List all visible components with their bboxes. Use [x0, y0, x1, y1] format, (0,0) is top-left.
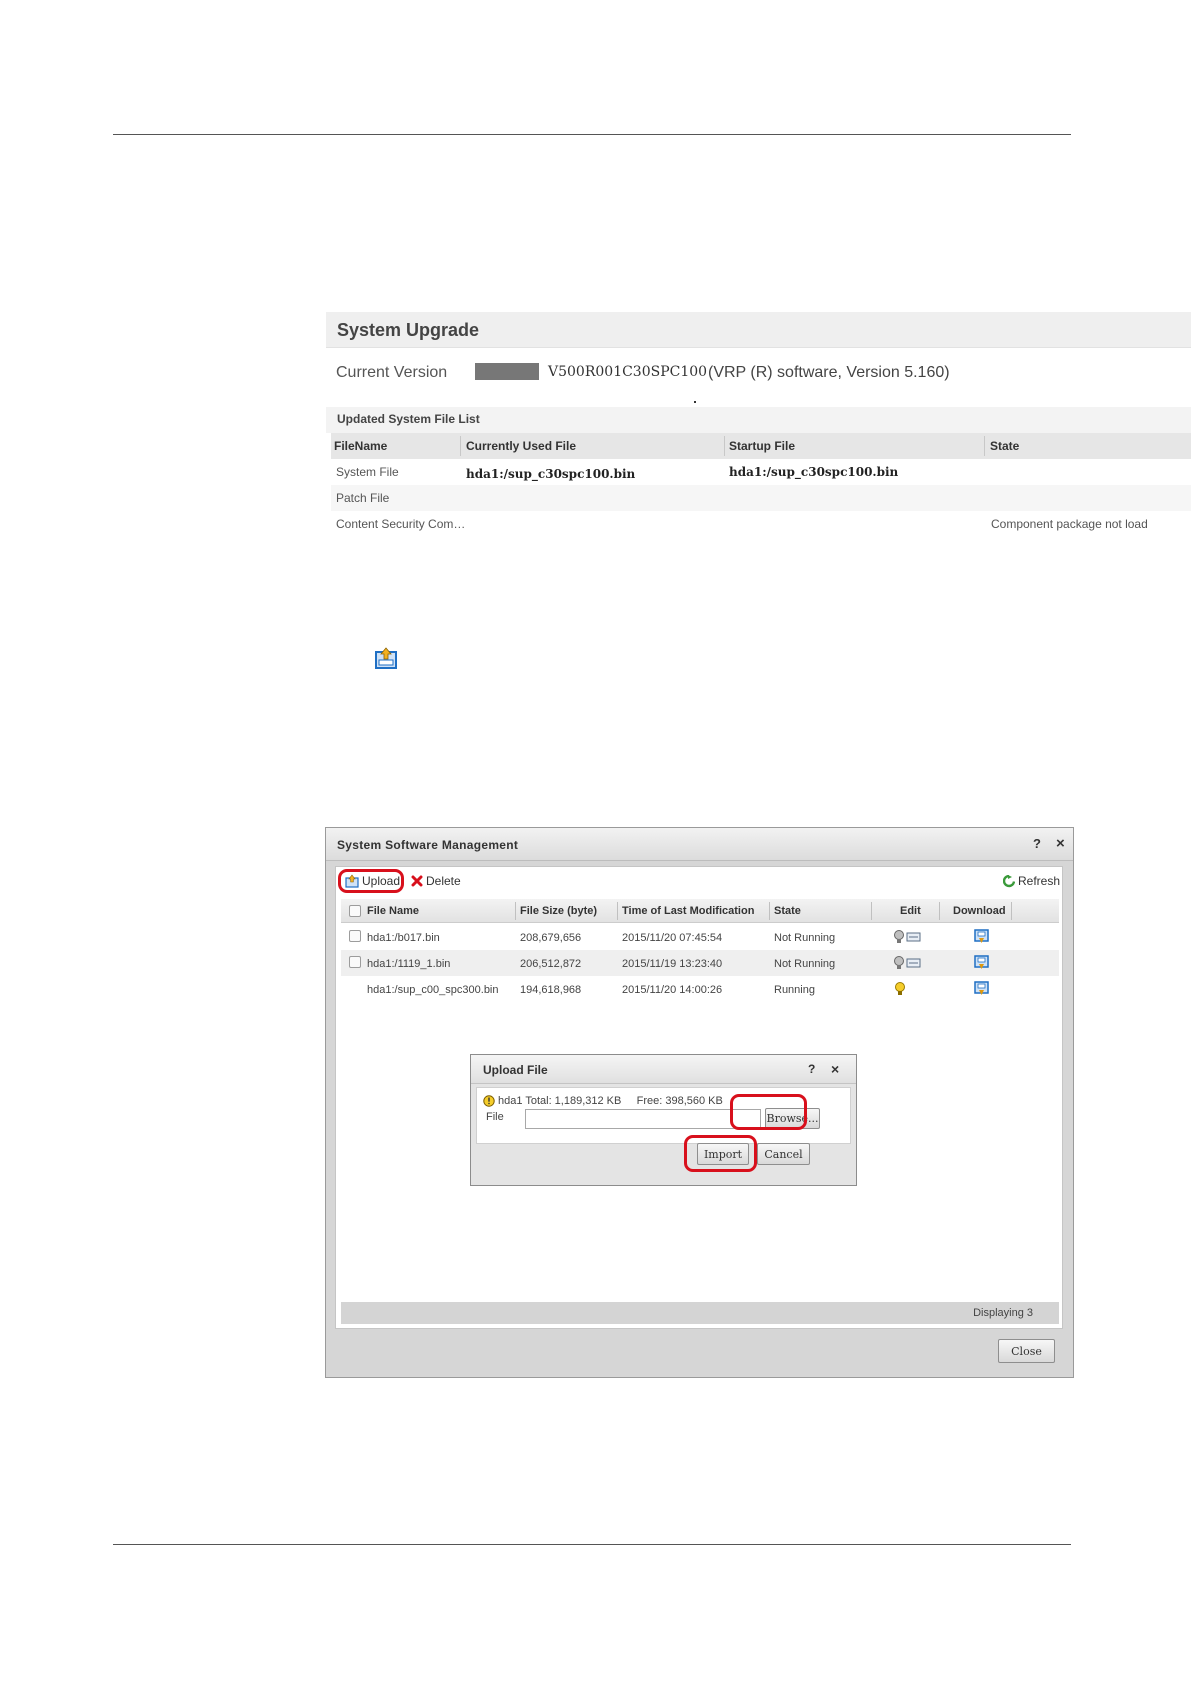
refresh-button[interactable]: Refresh	[1003, 874, 1060, 888]
column-divider	[871, 902, 872, 920]
column-header-filename: FileName	[334, 439, 388, 453]
upload-highlight-marker	[338, 869, 404, 893]
modified-time: 2015/11/20 14:00:26	[622, 984, 723, 996]
window-title-bar: System Software Management ? ×	[326, 828, 1073, 861]
modified-time: 2015/11/20 07:45:54	[622, 932, 723, 944]
row-startup-file: hda1:/sup_c30spc100.bin	[729, 465, 899, 479]
select-all-checkbox[interactable]	[349, 905, 361, 917]
current-version-value: V500R001C30SPC100	[548, 364, 708, 380]
upgrade-title: System Upgrade	[337, 320, 480, 340]
file-state: Not Running	[774, 932, 836, 944]
column-header-current-file: Currently Used File	[466, 439, 577, 453]
table-row[interactable]: hda1:/sup_c00_spc300.bin 194,618,968 201…	[341, 976, 1059, 1002]
table-row: Content Security Com… Component package …	[331, 511, 1191, 537]
column-divider	[724, 436, 725, 456]
disk-info-text: hda1 Total: 1,189,312 KB Free: 398,560 K…	[498, 1095, 723, 1107]
dialog-help-button[interactable]: ?	[808, 1062, 815, 1076]
bulb-on-icon	[895, 982, 905, 995]
modified-time: 2015/11/19 13:23:40	[622, 958, 723, 970]
file-name: hda1:/sup_c00_spc300.bin	[367, 984, 499, 996]
table-row[interactable]: hda1:/b017.bin 208,679,656 2015/11/20 07…	[341, 924, 1059, 950]
column-header-state: State	[990, 439, 1020, 453]
bulb-edit-icon[interactable]	[893, 930, 923, 944]
table-row: System File hda1:/sup_c30spc100.bin hda1…	[331, 459, 1191, 485]
download-icon[interactable]	[974, 981, 989, 996]
system-upgrade-panel: System Upgrade Current Version V500R001C…	[326, 312, 1191, 540]
row-filename: Patch File	[336, 491, 390, 505]
column-divider	[1011, 902, 1012, 920]
window-title: System Software Management	[337, 838, 519, 852]
footer-rule	[113, 1544, 1071, 1545]
column-divider	[515, 902, 516, 920]
status-bar: Displaying 3	[341, 1302, 1059, 1324]
column-header-download: Download	[953, 905, 1006, 917]
browse-highlight-marker	[730, 1094, 807, 1130]
row-filename: System File	[336, 465, 399, 479]
header-rule	[113, 134, 1071, 135]
column-header-file-name: File Name	[367, 905, 419, 917]
column-header-modified: Time of Last Modification	[622, 905, 755, 917]
upload-file-dialog: Upload File ? × hda1 Total: 1,189,312 KB…	[470, 1054, 857, 1186]
refresh-label: Refresh	[1018, 874, 1061, 888]
column-header-startup-file: Startup File	[729, 439, 796, 453]
file-size: 194,618,968	[520, 984, 582, 996]
import-highlight-marker	[684, 1135, 757, 1172]
row-checkbox[interactable]	[349, 956, 361, 968]
file-label: File	[486, 1111, 504, 1123]
help-button[interactable]: ?	[1033, 836, 1041, 851]
column-divider	[617, 902, 618, 920]
file-state: Not Running	[774, 958, 836, 970]
dialog-title: Upload File	[483, 1063, 548, 1077]
window-close-icon[interactable]: ×	[1056, 835, 1065, 852]
bulb-edit-icon[interactable]	[893, 956, 923, 970]
stray-dot	[694, 401, 696, 403]
table-row: Patch File	[331, 485, 1191, 511]
file-list-header: FileName Currently Used File Startup Fil…	[331, 433, 1191, 459]
refresh-icon	[1003, 874, 1015, 887]
column-header-state: State	[774, 905, 801, 917]
warning-icon	[483, 1095, 495, 1107]
column-divider	[460, 436, 461, 456]
redacted-box	[475, 363, 539, 380]
column-divider	[984, 436, 985, 456]
version-description: (VRP (R) software, Version 5.160)	[708, 364, 950, 381]
row-checkbox[interactable]	[349, 930, 361, 942]
dialog-title-bar: Upload File ? ×	[471, 1055, 856, 1084]
row-filename: Content Security Com…	[336, 517, 466, 531]
toolbar: Upload Delete Refresh	[336, 867, 1062, 897]
column-header-edit: Edit	[900, 905, 921, 917]
file-name: hda1:/1119_1.bin	[367, 958, 451, 970]
delete-button[interactable]: Delete	[411, 874, 461, 888]
file-list-title: Updated System File List	[337, 412, 480, 426]
file-size: 206,512,872	[520, 958, 582, 970]
table-row[interactable]: hda1:/1119_1.bin 206,512,872 2015/11/19 …	[341, 950, 1059, 976]
file-grid-header: File Name File Size (byte) Time of Last …	[341, 899, 1059, 923]
file-path-input[interactable]	[525, 1109, 761, 1129]
row-state: Component package not load	[991, 517, 1148, 531]
column-header-file-size: File Size (byte)	[520, 905, 598, 917]
file-name: hda1:/b017.bin	[367, 932, 440, 944]
current-version-label: Current Version	[336, 364, 448, 381]
dialog-close-icon[interactable]: ×	[831, 1061, 839, 1077]
cancel-button[interactable]: Cancel	[757, 1143, 810, 1165]
upload-icon	[375, 647, 397, 669]
displaying-count: Displaying 3	[973, 1307, 1033, 1319]
disk-info: hda1 Total: 1,189,312 KB Free: 398,560 K…	[483, 1095, 723, 1107]
delete-x-icon	[411, 875, 423, 887]
row-current-file: hda1:/sup_c30spc100.bin	[466, 467, 636, 481]
download-icon[interactable]	[974, 929, 989, 944]
file-size: 208,679,656	[520, 932, 582, 944]
column-divider	[939, 902, 940, 920]
close-button[interactable]: Close	[998, 1339, 1055, 1363]
delete-label: Delete	[426, 874, 461, 888]
download-icon[interactable]	[974, 955, 989, 970]
column-divider	[769, 902, 770, 920]
file-state: Running	[774, 984, 815, 996]
